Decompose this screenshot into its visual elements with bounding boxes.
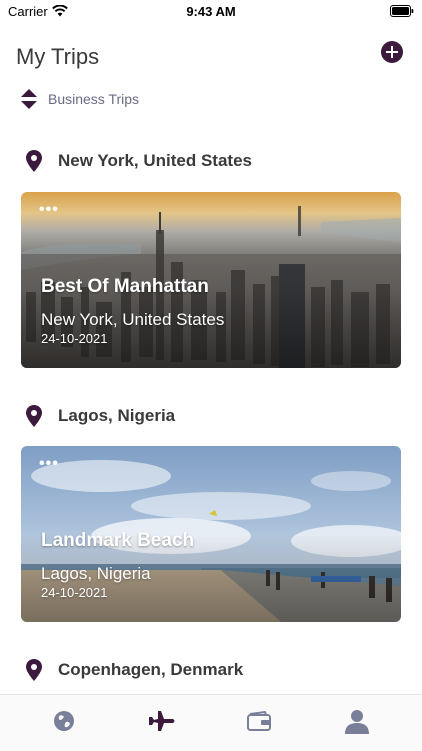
card-title: Best Of Manhattan xyxy=(41,276,209,297)
page-title: My Trips xyxy=(16,44,100,69)
sort-up-down-icon xyxy=(21,89,37,109)
card-date: 24-10-2021 xyxy=(41,331,108,346)
trip-card-landmark-beach[interactable]: ••• Landmark Beach Lagos, Nigeria 24-10-… xyxy=(21,446,401,622)
location-pin-icon xyxy=(26,405,42,427)
card-title: Landmark Beach xyxy=(41,530,195,551)
wallet-icon xyxy=(247,711,271,731)
tab-trips[interactable] xyxy=(148,707,176,735)
tab-explore[interactable] xyxy=(50,707,78,735)
tab-bar xyxy=(0,694,422,751)
airplane-icon xyxy=(149,711,175,731)
section-header-copenhagen: Copenhagen, Denmark xyxy=(26,658,243,682)
clock: 9:43 AM xyxy=(186,4,236,19)
add-trip-button[interactable] xyxy=(381,41,403,63)
user-icon xyxy=(345,710,369,734)
plus-icon xyxy=(386,46,398,58)
card-location: New York, United States xyxy=(41,310,225,329)
filter-label: Business Trips xyxy=(48,91,140,107)
location-pin-icon xyxy=(26,659,42,681)
section-location-title: New York, United States xyxy=(58,151,252,170)
trip-card-best-of-manhattan[interactable]: ••• Best Of Manhattan New York, United S… xyxy=(21,192,401,368)
section-location-title: Lagos, Nigeria xyxy=(58,406,176,425)
section-header-new-york: New York, United States xyxy=(26,149,252,173)
status-bar: Carrier 9:43 AM xyxy=(0,0,422,24)
battery-icon xyxy=(390,5,414,17)
card-date: 24-10-2021 xyxy=(41,585,108,600)
card-options-button[interactable]: ••• xyxy=(39,456,59,472)
section-header-lagos: Lagos, Nigeria xyxy=(26,404,175,428)
card-location: Lagos, Nigeria xyxy=(41,564,151,583)
section-location-title: Copenhagen, Denmark xyxy=(58,660,244,679)
trip-filter-selector[interactable]: Business Trips xyxy=(20,88,139,110)
tab-wallet[interactable] xyxy=(245,707,273,735)
globe-icon xyxy=(54,711,74,731)
card-options-button[interactable]: ••• xyxy=(39,202,59,218)
location-pin-icon xyxy=(26,150,42,172)
tab-profile[interactable] xyxy=(343,707,371,735)
